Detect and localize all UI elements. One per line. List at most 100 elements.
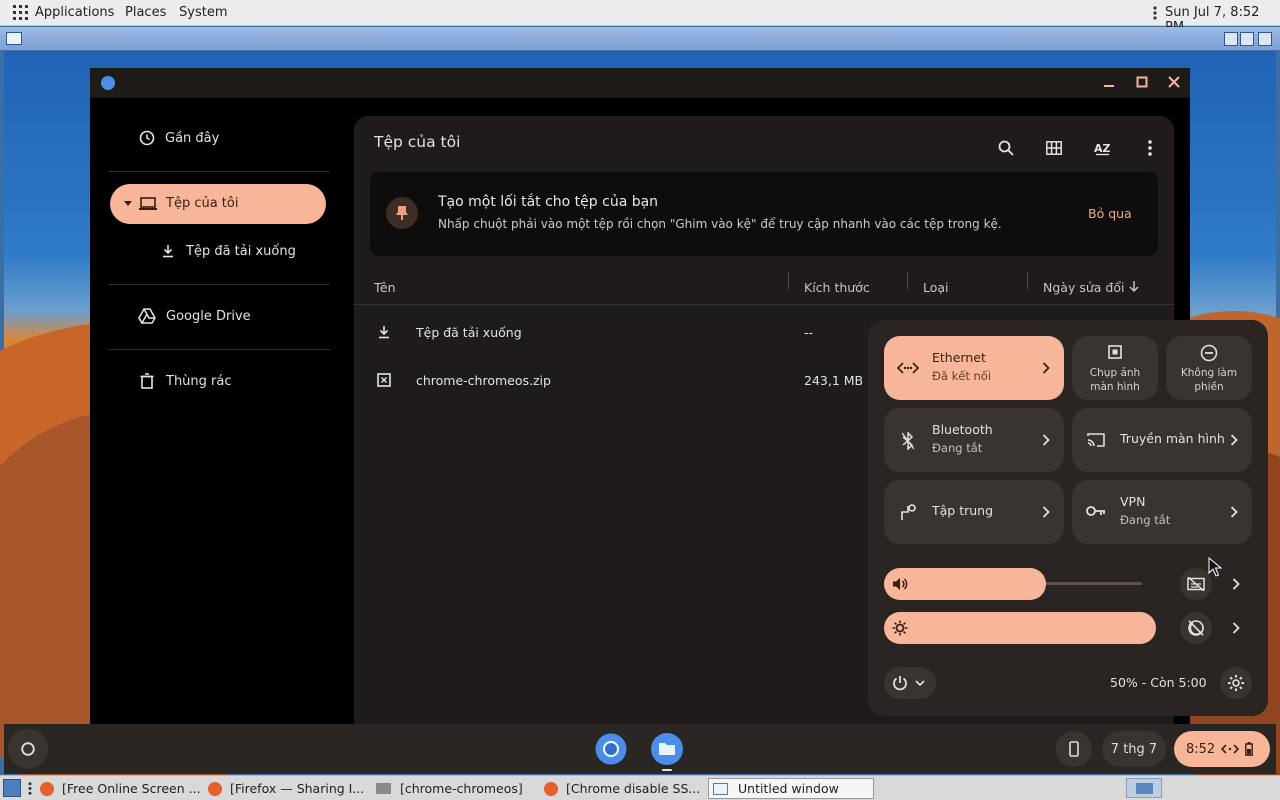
vpn-title: VPN — [1120, 494, 1146, 509]
file-size: -- — [804, 325, 814, 340]
window-app-icon — [6, 32, 22, 45]
places-menu[interactable]: Places — [125, 5, 166, 20]
vpn-tile[interactable]: VPN Đang tắt — [1072, 480, 1252, 544]
brightness-slider[interactable] — [884, 612, 1156, 644]
taskbar-item[interactable]: [chrome-chromeos] — [374, 778, 536, 799]
focus-mode-icon — [901, 504, 916, 520]
system-menu[interactable]: System — [179, 5, 227, 20]
chevron-right-icon — [1042, 506, 1050, 518]
taskbar-item[interactable]: [Chrome disable SS... — [542, 778, 704, 799]
sidebar-item-label: Gần đây — [165, 130, 220, 146]
sort-az-icon[interactable]: AZ — [1088, 134, 1116, 162]
ethernet-icon — [897, 362, 919, 374]
close-icon[interactable] — [1168, 76, 1180, 88]
window-icon — [713, 782, 728, 795]
sidebar-item-google-drive[interactable]: Google Drive — [138, 308, 251, 324]
screenshot-label-2: màn hình — [1090, 381, 1140, 393]
file-size: 243,1 MB — [804, 373, 864, 388]
column-header-name[interactable]: Tên — [374, 280, 396, 295]
svg-text:AZ: AZ — [1094, 142, 1111, 155]
taskbar-item-active[interactable]: Untitled window — [708, 778, 874, 799]
show-desktop-icon[interactable] — [3, 779, 21, 797]
battery-icon — [1245, 742, 1254, 756]
screenshot-tile[interactable]: Chụp ảnh màn hình — [1072, 336, 1158, 400]
power-menu-button[interactable] — [884, 667, 936, 699]
sidebar-item-recent[interactable]: Gần đây — [139, 130, 219, 146]
sidebar-item-my-files[interactable]: Tệp của tôi — [110, 184, 326, 224]
kebab-icon[interactable] — [28, 782, 32, 795]
shelf-date: 7 thg 7 — [1110, 741, 1158, 757]
workspace-switcher[interactable] — [1126, 778, 1162, 798]
laptop-icon — [139, 197, 157, 210]
status-tray[interactable]: 8:52 — [1174, 731, 1270, 767]
sidebar-item-label: Tệp của tôi — [166, 196, 239, 211]
taskbar-item[interactable]: [Firefox — Sharing I... — [206, 778, 368, 799]
ethernet-tile[interactable]: Ethernet Đã kết nối — [884, 336, 1064, 400]
focus-tile[interactable]: Tập trung — [884, 480, 1064, 544]
screenshot-label-1: Chụp ảnh — [1089, 367, 1141, 379]
bluetooth-off-icon — [902, 432, 914, 450]
focus-title: Tập trung — [932, 503, 994, 518]
download-folder-icon — [379, 326, 389, 339]
kebab-icon[interactable] — [1153, 6, 1157, 20]
maximize-icon[interactable] — [1240, 32, 1254, 46]
dismiss-button[interactable]: Bỏ qua — [1088, 206, 1132, 221]
applications-grid-icon[interactable] — [13, 5, 28, 20]
sort-arrow-down-icon[interactable] — [1129, 281, 1139, 293]
minimize-icon[interactable] — [1224, 32, 1238, 46]
chevron-right-icon — [1042, 434, 1050, 446]
firefox-icon — [40, 781, 54, 796]
dnd-label-1: Không làm — [1180, 367, 1238, 379]
taskbar-item-label: Untitled window — [738, 781, 839, 796]
do-not-disturb-icon — [1200, 344, 1218, 362]
do-not-disturb-tile[interactable]: Không làm phiền — [1166, 336, 1252, 400]
taskbar-item[interactable]: [Free Online Screen ... — [38, 778, 200, 799]
column-header-type[interactable]: Loại — [923, 280, 949, 295]
taskbar-item-label: [Free Online Screen ... — [62, 781, 200, 796]
taskbar-item-label: [chrome-chromeos] — [400, 781, 523, 796]
column-header-size[interactable]: Kích thước — [804, 280, 870, 295]
settings-button[interactable] — [1220, 667, 1252, 699]
cast-screen-tile[interactable]: Truyền màn hình — [1072, 408, 1252, 472]
chevron-right-icon[interactable] — [1232, 577, 1240, 591]
volume-slider[interactable] — [884, 568, 1046, 600]
night-light-button[interactable] — [1180, 612, 1212, 644]
minimize-icon[interactable] — [1103, 76, 1115, 88]
search-icon[interactable] — [992, 134, 1020, 162]
vpn-status: Đang tắt — [1120, 513, 1171, 527]
taskbar-item-label: [Firefox — Sharing I... — [230, 781, 365, 796]
page-title: Tệp của tôi — [374, 133, 461, 151]
quick-settings-panel: Ethernet Đã kết nối Chụp ảnh màn hình Kh… — [868, 320, 1268, 716]
date-tray[interactable]: 7 thg 7 — [1102, 731, 1166, 767]
more-options-icon[interactable] — [1136, 134, 1164, 162]
cast-icon — [1087, 433, 1105, 447]
bluetooth-tile[interactable]: Bluetooth Đang tắt — [884, 408, 1064, 472]
power-icon — [893, 676, 907, 691]
sidebar-item-trash[interactable]: Thùng rác — [140, 373, 232, 389]
column-header-modified[interactable]: Ngày sửa đổi — [1043, 280, 1124, 295]
banner-title: Tạo một lối tắt cho tệp của bạn — [438, 194, 659, 210]
applications-menu[interactable]: Applications — [35, 5, 114, 20]
screen-capture-icon — [1108, 345, 1122, 359]
sidebar-item-downloads[interactable]: Tệp đã tải xuống — [160, 243, 296, 259]
chevron-right-icon — [1230, 434, 1238, 446]
ethernet-title: Ethernet — [932, 350, 986, 365]
launcher-button[interactable] — [8, 729, 48, 769]
dnd-label-2: phiền — [1194, 381, 1224, 393]
host-taskbar: [Free Online Screen ... [Firefox — Shari… — [0, 775, 1280, 800]
chrome-app-icon[interactable] — [595, 733, 627, 765]
grid-view-icon[interactable] — [1040, 134, 1068, 162]
chevron-right-icon[interactable] — [1232, 621, 1240, 635]
night-light-off-icon — [1188, 620, 1204, 636]
key-icon — [1086, 506, 1105, 516]
files-app-icon[interactable] — [651, 733, 683, 765]
close-icon[interactable] — [1258, 32, 1272, 46]
firefox-icon — [544, 781, 558, 796]
maximize-icon[interactable] — [1136, 76, 1148, 88]
chevron-right-icon — [1042, 362, 1050, 374]
phone-hub-button[interactable] — [1056, 731, 1092, 767]
firefox-icon — [208, 781, 222, 796]
clock-icon — [139, 130, 155, 146]
brightness-icon — [892, 620, 908, 636]
folder-icon — [376, 783, 391, 794]
